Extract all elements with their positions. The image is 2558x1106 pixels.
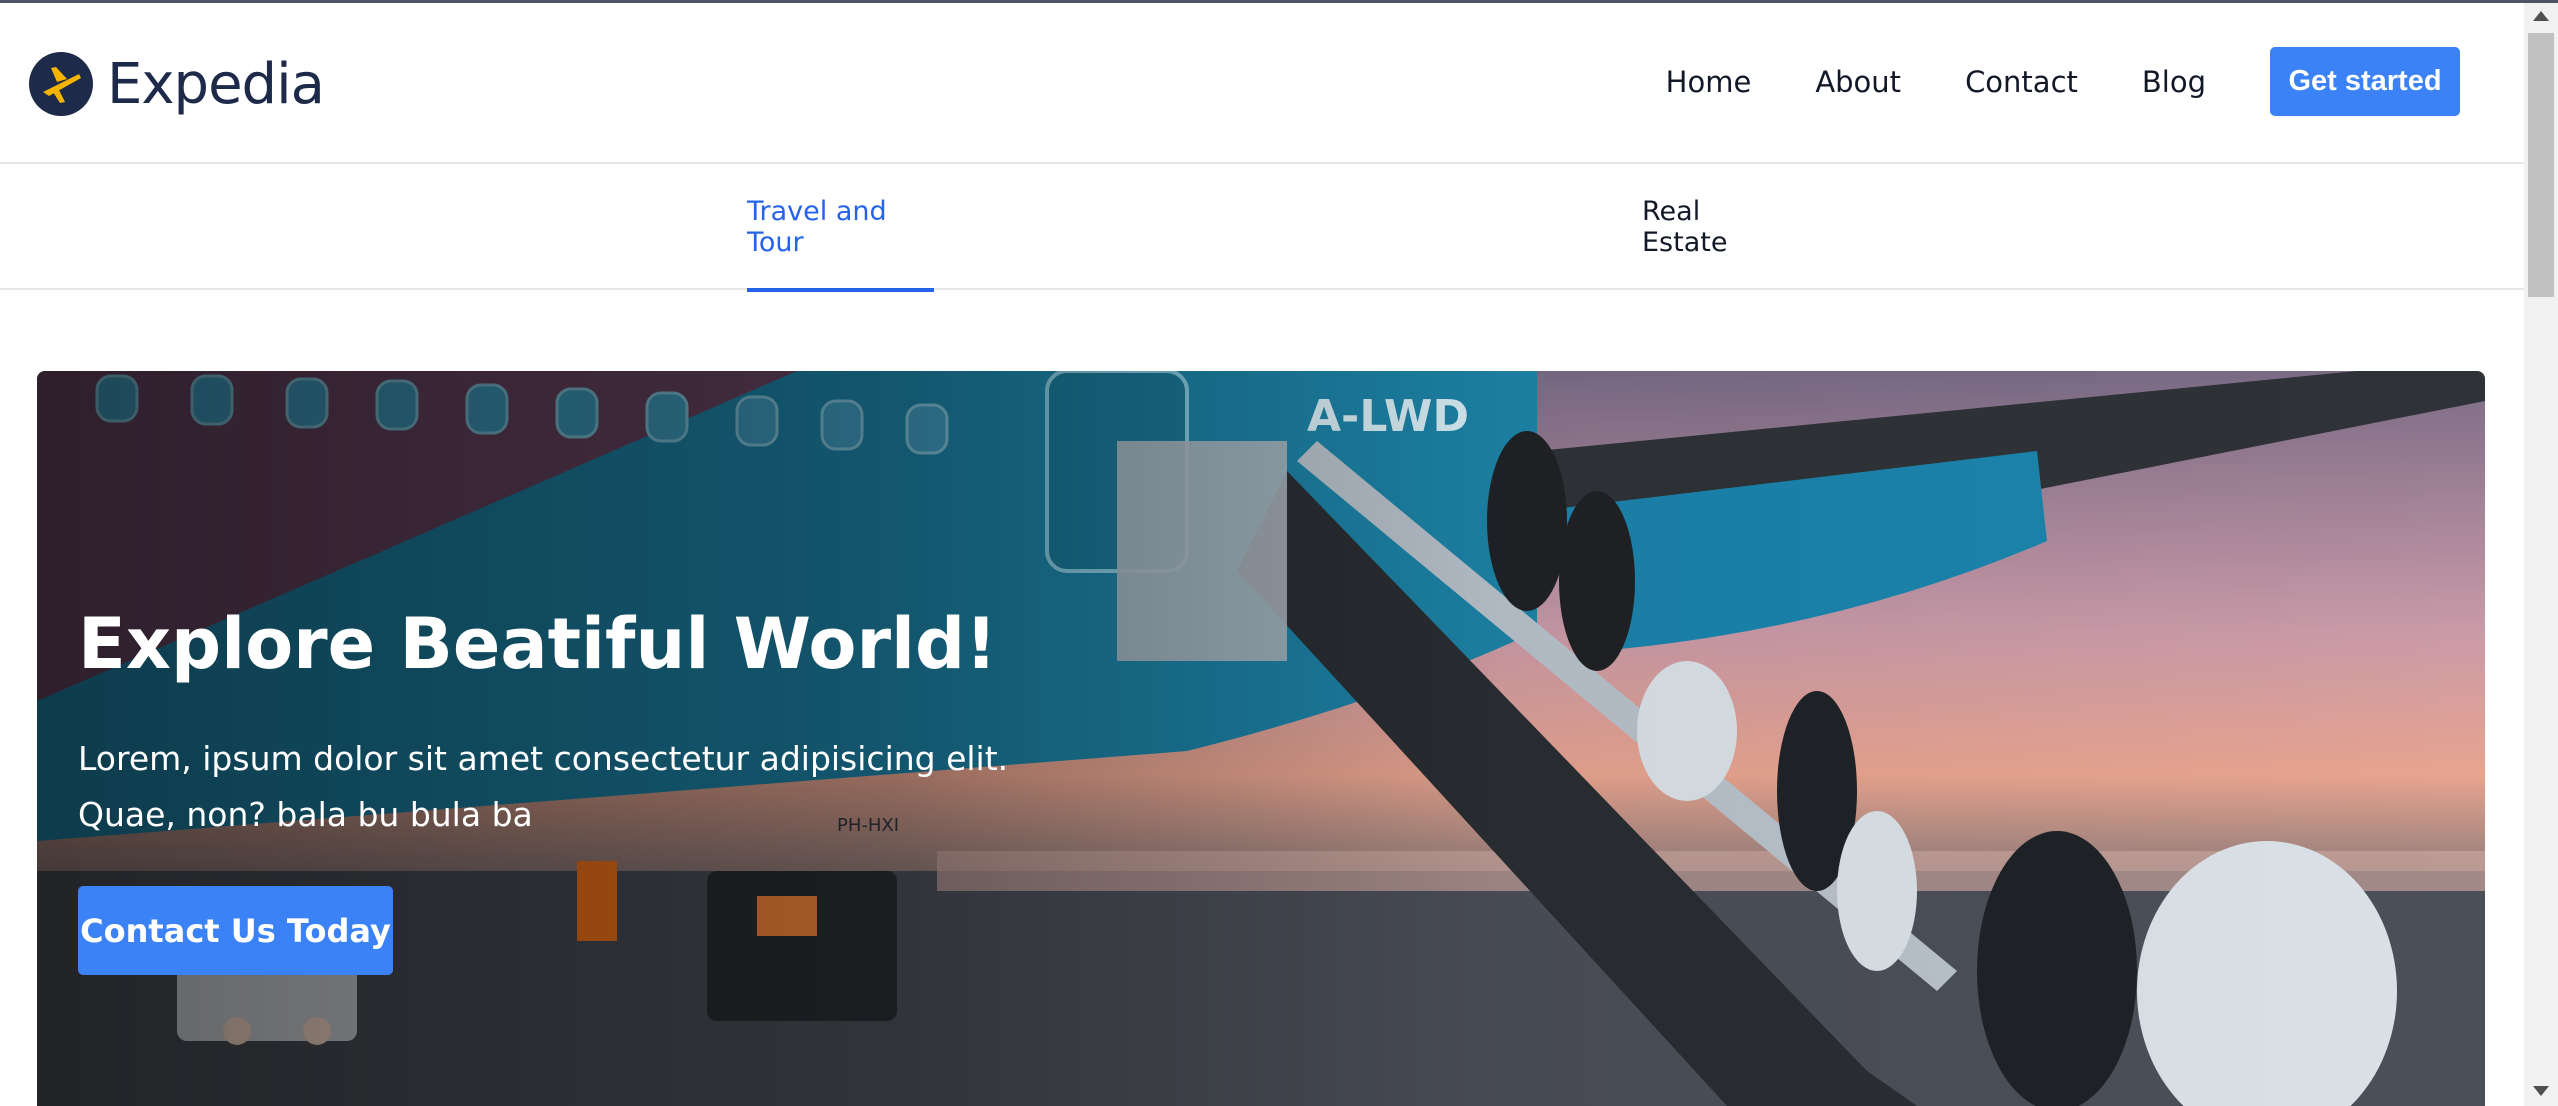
get-started-button[interactable]: Get started: [2270, 47, 2460, 116]
brand-logo[interactable]: Expedia: [29, 49, 325, 119]
hero-title: Explore Beatiful World!: [78, 603, 998, 685]
main-nav: Home About Contact Blog Get started: [1666, 47, 2460, 116]
category-tabs: Travel and Tour Real Estate: [0, 164, 2524, 292]
nav-home-link[interactable]: Home: [1666, 65, 1752, 99]
contact-us-button[interactable]: Contact Us Today: [78, 886, 393, 975]
nav-blog-link[interactable]: Blog: [2142, 65, 2206, 99]
nav-contact-link[interactable]: Contact: [1965, 65, 2078, 99]
hero-banner: A-LWD PH-HXI Explore Beatiful World! Lor…: [37, 371, 2485, 1106]
tab-real-estate[interactable]: Real Estate: [1642, 164, 1776, 290]
site-header: Expedia Home About Contact Blog Get star…: [0, 3, 2524, 164]
scroll-down-arrow-icon[interactable]: [2533, 1086, 2549, 1096]
scroll-up-arrow-icon[interactable]: [2533, 11, 2549, 21]
tab-travel-and-tour[interactable]: Travel and Tour: [747, 164, 934, 292]
hero-description: Lorem, ipsum dolor sit amet consectetur …: [78, 739, 1009, 834]
nav-about-link[interactable]: About: [1815, 65, 1901, 99]
brand-name: Expedia: [107, 51, 325, 117]
page-scrollbar[interactable]: [2524, 3, 2558, 1106]
airplane-logo-icon: [29, 52, 93, 116]
scroll-thumb[interactable]: [2528, 33, 2554, 297]
